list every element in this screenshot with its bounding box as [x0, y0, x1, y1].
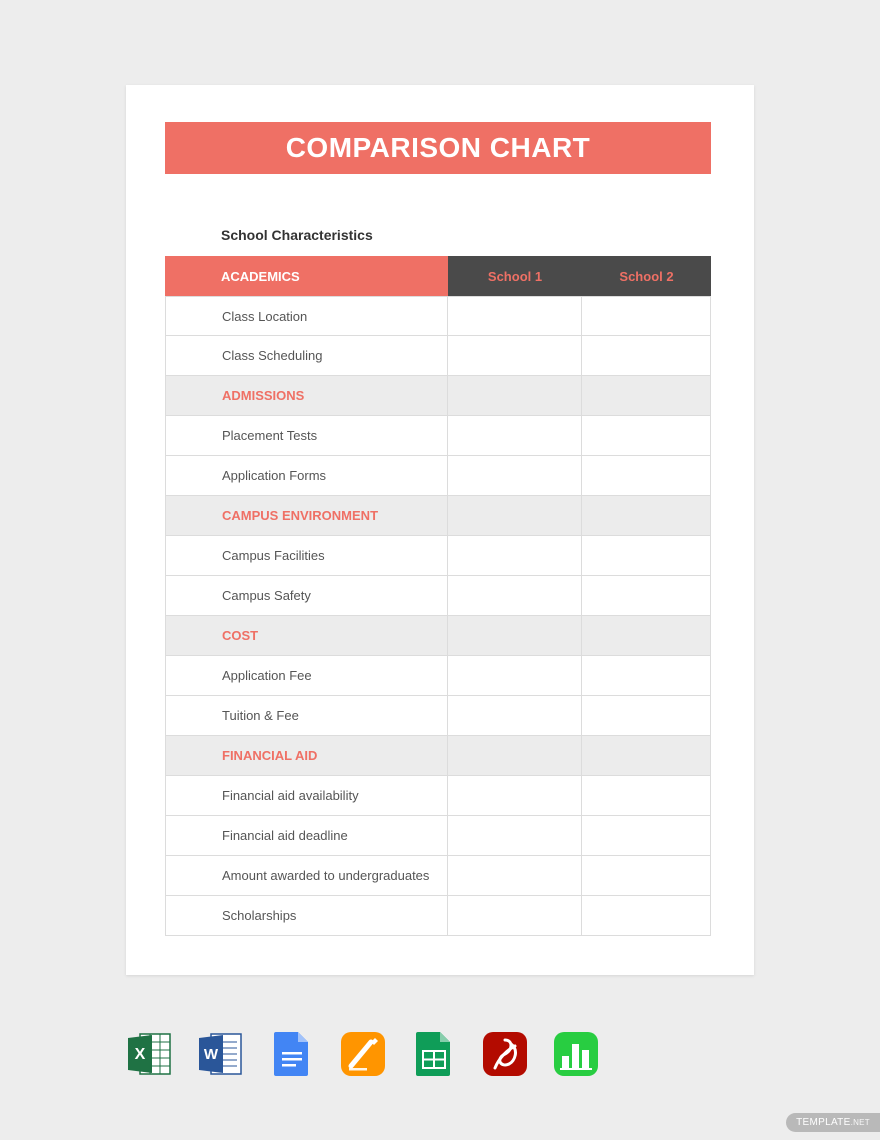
- google-sheets-icon[interactable]: [410, 1030, 458, 1078]
- header-school-1: School 1: [448, 256, 582, 296]
- badge-brand: TEMPLATE: [796, 1117, 850, 1128]
- cell-school-1: [448, 736, 582, 776]
- row-label: Financial aid availability: [165, 776, 448, 816]
- apple-numbers-icon[interactable]: [552, 1030, 600, 1078]
- cell-school-2: [582, 776, 711, 816]
- word-icon[interactable]: W: [197, 1030, 245, 1078]
- section-label: FINANCIAL AID: [165, 736, 448, 776]
- apple-pages-icon[interactable]: [339, 1030, 387, 1078]
- cell-school-2: [582, 536, 711, 576]
- table-row: Financial aid availability: [165, 776, 711, 816]
- svg-text:X: X: [135, 1046, 146, 1063]
- cell-school-2: [582, 816, 711, 856]
- cell-school-2: [582, 656, 711, 696]
- chart-title: COMPARISON CHART: [286, 132, 591, 164]
- row-label: Class Scheduling: [165, 336, 448, 376]
- cell-school-2: [582, 616, 711, 656]
- cell-school-1: [448, 656, 582, 696]
- badge-tld: .NET: [851, 1118, 870, 1127]
- row-label: Tuition & Fee: [165, 696, 448, 736]
- cell-school-1: [448, 576, 582, 616]
- cell-school-1: [448, 856, 582, 896]
- cell-school-1: [448, 776, 582, 816]
- section-financial-aid: FINANCIAL AID: [165, 736, 711, 776]
- row-label: Placement Tests: [165, 416, 448, 456]
- table-row: Application Forms: [165, 456, 711, 496]
- cell-school-1: [448, 696, 582, 736]
- cell-school-2: [582, 336, 711, 376]
- cell-school-2: [582, 296, 711, 336]
- row-label: Campus Facilities: [165, 536, 448, 576]
- header-school-2: School 2: [582, 256, 711, 296]
- cell-school-1: [448, 336, 582, 376]
- cell-school-1: [448, 616, 582, 656]
- format-icons-row: X W: [126, 1030, 600, 1078]
- excel-icon[interactable]: X: [126, 1030, 174, 1078]
- template-net-badge[interactable]: TEMPLATE.NET: [786, 1113, 880, 1132]
- cell-school-1: [448, 296, 582, 336]
- cell-school-1: [448, 536, 582, 576]
- cell-school-2: [582, 416, 711, 456]
- section-label: ADMISSIONS: [165, 376, 448, 416]
- row-label: Application Fee: [165, 656, 448, 696]
- cell-school-1: [448, 456, 582, 496]
- table-row: Campus Safety: [165, 576, 711, 616]
- row-label: Class Location: [165, 296, 448, 336]
- cell-school-2: [582, 856, 711, 896]
- pdf-icon[interactable]: [481, 1030, 529, 1078]
- cell-school-1: [448, 896, 582, 936]
- table-row: Campus Facilities: [165, 536, 711, 576]
- google-docs-icon[interactable]: [268, 1030, 316, 1078]
- cell-school-2: [582, 496, 711, 536]
- table-row: Class Location: [165, 296, 711, 336]
- table-row: Tuition & Fee: [165, 696, 711, 736]
- cell-school-2: [582, 896, 711, 936]
- chart-title-bar: COMPARISON CHART: [165, 122, 711, 174]
- row-label: Amount awarded to undergraduates: [165, 856, 448, 896]
- table-row: Class Scheduling: [165, 336, 711, 376]
- chart-subtitle: School Characteristics: [221, 227, 373, 243]
- row-label: Application Forms: [165, 456, 448, 496]
- section-cost: COST: [165, 616, 711, 656]
- cell-school-2: [582, 376, 711, 416]
- table-row: Financial aid deadline: [165, 816, 711, 856]
- cell-school-1: [448, 416, 582, 456]
- section-label: CAMPUS ENVIRONMENT: [165, 496, 448, 536]
- cell-school-2: [582, 736, 711, 776]
- table-row: Placement Tests: [165, 416, 711, 456]
- section-admissions: ADMISSIONS: [165, 376, 711, 416]
- cell-school-2: [582, 456, 711, 496]
- row-label: Campus Safety: [165, 576, 448, 616]
- table-row: Scholarships: [165, 896, 711, 936]
- cell-school-1: [448, 376, 582, 416]
- cell-school-2: [582, 696, 711, 736]
- section-campus-environment: CAMPUS ENVIRONMENT: [165, 496, 711, 536]
- table-row: Amount awarded to undergraduates: [165, 856, 711, 896]
- section-label: COST: [165, 616, 448, 656]
- row-label: Scholarships: [165, 896, 448, 936]
- cell-school-1: [448, 496, 582, 536]
- header-academics: ACADEMICS: [165, 256, 448, 296]
- cell-school-2: [582, 576, 711, 616]
- table-header-row: ACADEMICS School 1 School 2: [165, 256, 711, 296]
- row-label: Financial aid deadline: [165, 816, 448, 856]
- svg-text:W: W: [204, 1046, 219, 1063]
- cell-school-1: [448, 816, 582, 856]
- table-row: Application Fee: [165, 656, 711, 696]
- comparison-table: ACADEMICS School 1 School 2 Class Locati…: [165, 256, 711, 936]
